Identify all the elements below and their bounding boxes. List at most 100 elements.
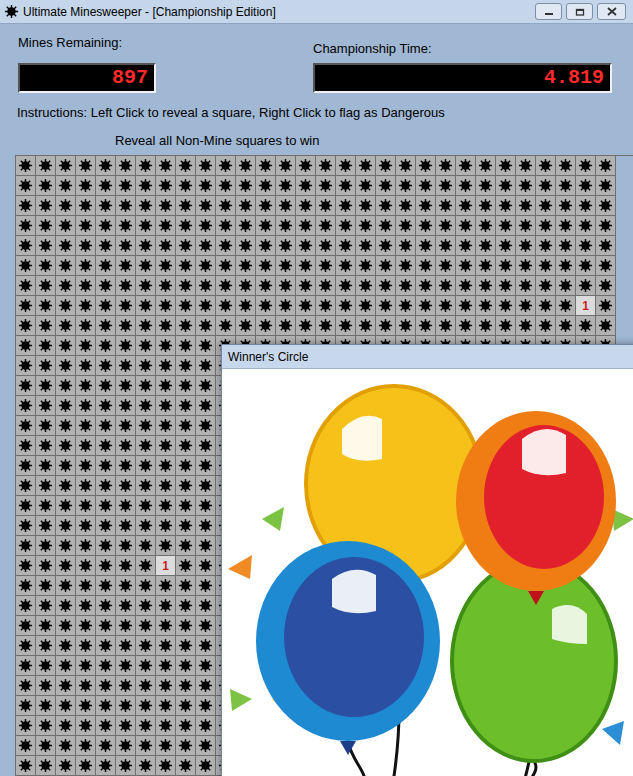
mine-cell[interactable] bbox=[56, 176, 76, 196]
maximize-button[interactable] bbox=[566, 3, 593, 20]
mine-cell[interactable] bbox=[136, 236, 156, 256]
mine-cell[interactable] bbox=[136, 756, 156, 776]
mine-cell[interactable] bbox=[136, 276, 156, 296]
mine-cell[interactable] bbox=[456, 216, 476, 236]
mine-cell[interactable] bbox=[276, 156, 296, 176]
mine-cell[interactable] bbox=[196, 436, 216, 456]
mine-cell[interactable] bbox=[156, 516, 176, 536]
mine-cell[interactable] bbox=[96, 656, 116, 676]
mine-cell[interactable] bbox=[96, 216, 116, 236]
mine-cell[interactable] bbox=[96, 176, 116, 196]
mine-cell[interactable] bbox=[316, 296, 336, 316]
mine-cell[interactable] bbox=[16, 236, 36, 256]
mine-cell[interactable] bbox=[116, 376, 136, 396]
mine-cell[interactable] bbox=[296, 276, 316, 296]
mine-cell[interactable] bbox=[136, 636, 156, 656]
mine-cell[interactable] bbox=[556, 316, 576, 336]
mine-cell[interactable] bbox=[56, 336, 76, 356]
mine-cell[interactable] bbox=[336, 156, 356, 176]
mine-cell[interactable] bbox=[276, 276, 296, 296]
mine-cell[interactable] bbox=[56, 416, 76, 436]
mine-cell[interactable] bbox=[76, 576, 96, 596]
mine-cell[interactable] bbox=[176, 256, 196, 276]
mine-cell[interactable] bbox=[176, 476, 196, 496]
mine-cell[interactable] bbox=[556, 196, 576, 216]
mine-cell[interactable] bbox=[136, 496, 156, 516]
mine-cell[interactable] bbox=[36, 316, 56, 336]
mine-cell[interactable] bbox=[96, 516, 116, 536]
mine-cell[interactable] bbox=[396, 316, 416, 336]
mine-cell[interactable] bbox=[36, 736, 56, 756]
minimize-button[interactable] bbox=[535, 3, 562, 20]
mine-cell[interactable] bbox=[216, 216, 236, 236]
mine-cell[interactable] bbox=[156, 156, 176, 176]
mine-cell[interactable] bbox=[56, 576, 76, 596]
mine-cell[interactable] bbox=[56, 276, 76, 296]
mine-cell[interactable] bbox=[16, 276, 36, 296]
mine-cell[interactable] bbox=[116, 536, 136, 556]
mine-cell[interactable] bbox=[316, 216, 336, 236]
mine-cell[interactable] bbox=[56, 716, 76, 736]
mine-cell[interactable] bbox=[76, 316, 96, 336]
mine-cell[interactable] bbox=[96, 716, 116, 736]
mine-cell[interactable] bbox=[396, 276, 416, 296]
mine-cell[interactable] bbox=[176, 716, 196, 736]
mine-cell[interactable] bbox=[36, 476, 56, 496]
mine-cell[interactable] bbox=[56, 196, 76, 216]
mine-cell[interactable] bbox=[76, 356, 96, 376]
mine-cell[interactable] bbox=[116, 436, 136, 456]
mine-cell[interactable] bbox=[16, 196, 36, 216]
mine-cell[interactable] bbox=[536, 156, 556, 176]
mine-cell[interactable] bbox=[16, 576, 36, 596]
mine-cell[interactable] bbox=[156, 596, 176, 616]
mine-cell[interactable] bbox=[16, 156, 36, 176]
mine-cell[interactable] bbox=[256, 316, 276, 336]
mine-cell[interactable] bbox=[96, 576, 116, 596]
mine-cell[interactable] bbox=[416, 276, 436, 296]
mine-cell[interactable] bbox=[176, 236, 196, 256]
mine-cell[interactable] bbox=[236, 276, 256, 296]
mine-cell[interactable] bbox=[476, 256, 496, 276]
mine-cell[interactable] bbox=[16, 696, 36, 716]
mine-cell[interactable] bbox=[96, 436, 116, 456]
mine-cell[interactable] bbox=[296, 196, 316, 216]
mine-cell[interactable] bbox=[216, 256, 236, 276]
mine-cell[interactable] bbox=[16, 336, 36, 356]
mine-cell[interactable] bbox=[396, 216, 416, 236]
mine-cell[interactable] bbox=[156, 356, 176, 376]
mine-cell[interactable] bbox=[496, 216, 516, 236]
mine-cell[interactable] bbox=[156, 456, 176, 476]
mine-cell[interactable] bbox=[96, 676, 116, 696]
mine-cell[interactable] bbox=[96, 376, 116, 396]
mine-cell[interactable] bbox=[156, 376, 176, 396]
mine-cell[interactable] bbox=[36, 216, 56, 236]
mine-cell[interactable] bbox=[196, 256, 216, 276]
mine-cell[interactable] bbox=[456, 276, 476, 296]
mine-cell[interactable] bbox=[276, 316, 296, 336]
mine-cell[interactable] bbox=[116, 516, 136, 536]
mine-cell[interactable] bbox=[196, 196, 216, 216]
mine-cell[interactable] bbox=[56, 496, 76, 516]
mine-cell[interactable] bbox=[56, 216, 76, 236]
mine-cell[interactable] bbox=[476, 296, 496, 316]
mine-cell[interactable] bbox=[436, 196, 456, 216]
mine-cell[interactable] bbox=[476, 236, 496, 256]
mine-cell[interactable] bbox=[196, 516, 216, 536]
mine-cell[interactable] bbox=[156, 276, 176, 296]
mine-cell[interactable] bbox=[196, 236, 216, 256]
mine-cell[interactable] bbox=[96, 596, 116, 616]
mine-cell[interactable] bbox=[116, 396, 136, 416]
mine-cell[interactable] bbox=[36, 556, 56, 576]
mine-cell[interactable] bbox=[76, 476, 96, 496]
mine-cell[interactable] bbox=[116, 236, 136, 256]
mine-cell[interactable] bbox=[136, 556, 156, 576]
mine-cell[interactable] bbox=[416, 156, 436, 176]
mine-cell[interactable] bbox=[16, 676, 36, 696]
mine-cell[interactable] bbox=[176, 416, 196, 436]
mine-cell[interactable] bbox=[396, 156, 416, 176]
mine-cell[interactable] bbox=[176, 536, 196, 556]
mine-cell[interactable] bbox=[216, 236, 236, 256]
mine-cell[interactable] bbox=[336, 176, 356, 196]
mine-cell[interactable] bbox=[116, 496, 136, 516]
mine-cell[interactable] bbox=[56, 616, 76, 636]
